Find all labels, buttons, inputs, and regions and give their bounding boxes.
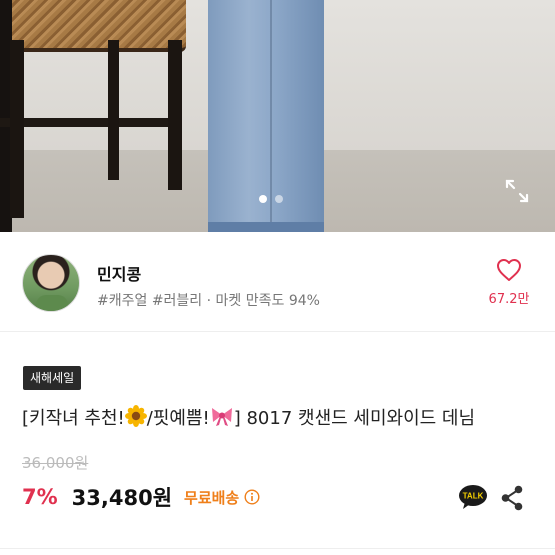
title-mid: /핏예쁨! [146, 408, 210, 429]
gallery-pagination [259, 195, 283, 203]
free-shipping-label: 무료배송 [184, 488, 240, 507]
price-row: 7% 33,480원 무료배송 [22, 482, 260, 512]
pagination-dot-2[interactable] [275, 195, 283, 203]
kakaotalk-icon[interactable]: TALK [458, 484, 488, 510]
sunflower-emoji-icon [124, 405, 147, 427]
chair-seat [0, 0, 186, 52]
sale-badge: 새해세일 [23, 366, 82, 390]
chair-leg [108, 40, 119, 180]
product-title: [키작녀 추천! /핏예쁨! ] 8017 캣샌드 세미와이드 데님 [22, 404, 547, 430]
like-button[interactable]: 67.2만 [486, 258, 532, 307]
avatar-figure [36, 295, 68, 311]
chair-rail [0, 118, 170, 127]
seller-name[interactable]: 민지콩 [97, 261, 141, 285]
seller-section[interactable]: 민지콩 #캐주얼 #러블리 · 마켓 만족도 94% 67.2만 [0, 232, 555, 332]
seller-avatar[interactable] [22, 254, 80, 312]
pagination-dot-1[interactable] [259, 195, 267, 203]
seller-tags: #캐주얼 #러블리 · 마켓 만족도 94% [97, 293, 320, 309]
original-price: 36,000원 [22, 454, 89, 472]
chair-leg [168, 40, 182, 190]
heart-outline-icon [497, 259, 521, 281]
product-image-gallery[interactable] [0, 0, 555, 232]
discount-rate: 7% [22, 485, 58, 509]
section-divider [0, 548, 555, 549]
title-prefix: [키작녀 추천! [22, 408, 125, 429]
like-count: 67.2만 [488, 292, 530, 307]
ribbon-emoji-icon [211, 408, 232, 426]
info-circle-icon[interactable] [244, 489, 260, 505]
talk-label: TALK [463, 492, 484, 501]
share-icon[interactable] [500, 485, 524, 511]
jeans-hem [208, 222, 324, 232]
fullscreen-expand-icon[interactable] [504, 178, 530, 204]
sale-price: 33,480원 [71, 486, 173, 510]
title-suffix: ] 8017 캣샌드 세미와이드 데님 [233, 408, 476, 429]
chair-leg [10, 40, 24, 218]
